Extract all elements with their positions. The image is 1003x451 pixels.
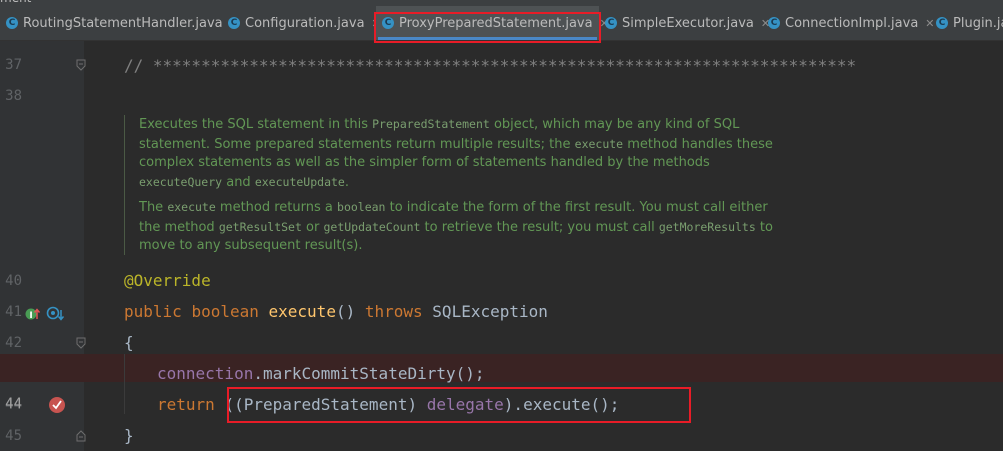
javadoc-rendered: Executes the SQL statement in this Prepa… xyxy=(124,115,779,255)
class-icon: C xyxy=(605,17,617,29)
return-statement: return ((PreparedStatement) delegate).ex… xyxy=(157,395,620,414)
class-icon: C xyxy=(228,17,240,29)
javadoc-paragraph-2: The execute method returns a boolean to … xyxy=(139,200,773,253)
class-icon: C xyxy=(6,17,18,29)
separator-comment: // *************************************… xyxy=(124,56,857,75)
breakpoint-gutter-highlight xyxy=(0,354,84,382)
method-signature: public boolean execute() throws SQLExcep… xyxy=(124,302,548,321)
line-number: 38 xyxy=(5,88,22,104)
line-number: 42 xyxy=(5,335,22,351)
overrides-method-icon[interactable]: I xyxy=(25,306,41,321)
line-number: 40 xyxy=(5,273,22,289)
line-number: 37 xyxy=(5,57,22,73)
tab-plugin[interactable]: C Plugin.java xyxy=(930,6,1003,40)
tab-proxy-prepared-statement[interactable]: C ProxyPreparedStatement.java ✕ xyxy=(376,6,609,40)
javadoc-paragraph-1: Executes the SQL statement in this Prepa… xyxy=(139,117,773,190)
tab-label: ProxyPreparedStatement.java xyxy=(399,15,593,31)
tab-label: ConnectionImpl.java xyxy=(785,15,919,31)
class-icon: C xyxy=(382,17,394,29)
mark-commit-state-call: connection.markCommitStateDirty(); xyxy=(157,364,485,383)
tab-label: SimpleExecutor.java xyxy=(622,15,754,31)
tab-routing-statement-handler[interactable]: C RoutingStatementHandler.java ✕ xyxy=(0,6,239,40)
tab-connection-impl[interactable]: C ConnectionImpl.java ✕ xyxy=(762,6,935,40)
tab-label: RoutingStatementHandler.java xyxy=(23,15,223,31)
code-editor[interactable]: // *************************************… xyxy=(84,41,1003,451)
tab-label: Plugin.java xyxy=(953,15,1003,31)
open-brace: { xyxy=(124,333,134,352)
tab-configuration[interactable]: C Configuration.java ✕ xyxy=(222,6,381,40)
line-number: 41 xyxy=(5,304,22,320)
class-icon: C xyxy=(768,17,780,29)
editor-tab-bar: C RoutingStatementHandler.java ✕ C Confi… xyxy=(0,6,1003,41)
window-title: ment xyxy=(0,0,31,5)
tab-simple-executor[interactable]: C SimpleExecutor.java ✕ xyxy=(599,6,770,40)
svg-text:I: I xyxy=(29,311,32,321)
implemented-method-icon[interactable] xyxy=(46,306,65,322)
class-icon: C xyxy=(936,17,948,29)
editor-gutter: 37 38 40 41 42 43 44 45 I xyxy=(0,41,86,451)
line-number-current: 44 xyxy=(5,396,22,412)
tab-label: Configuration.java xyxy=(245,15,365,31)
line-number: 45 xyxy=(5,428,22,444)
close-brace: } xyxy=(124,426,134,445)
breakpoint-icon[interactable] xyxy=(48,396,66,414)
override-annotation: @Override xyxy=(124,271,211,290)
